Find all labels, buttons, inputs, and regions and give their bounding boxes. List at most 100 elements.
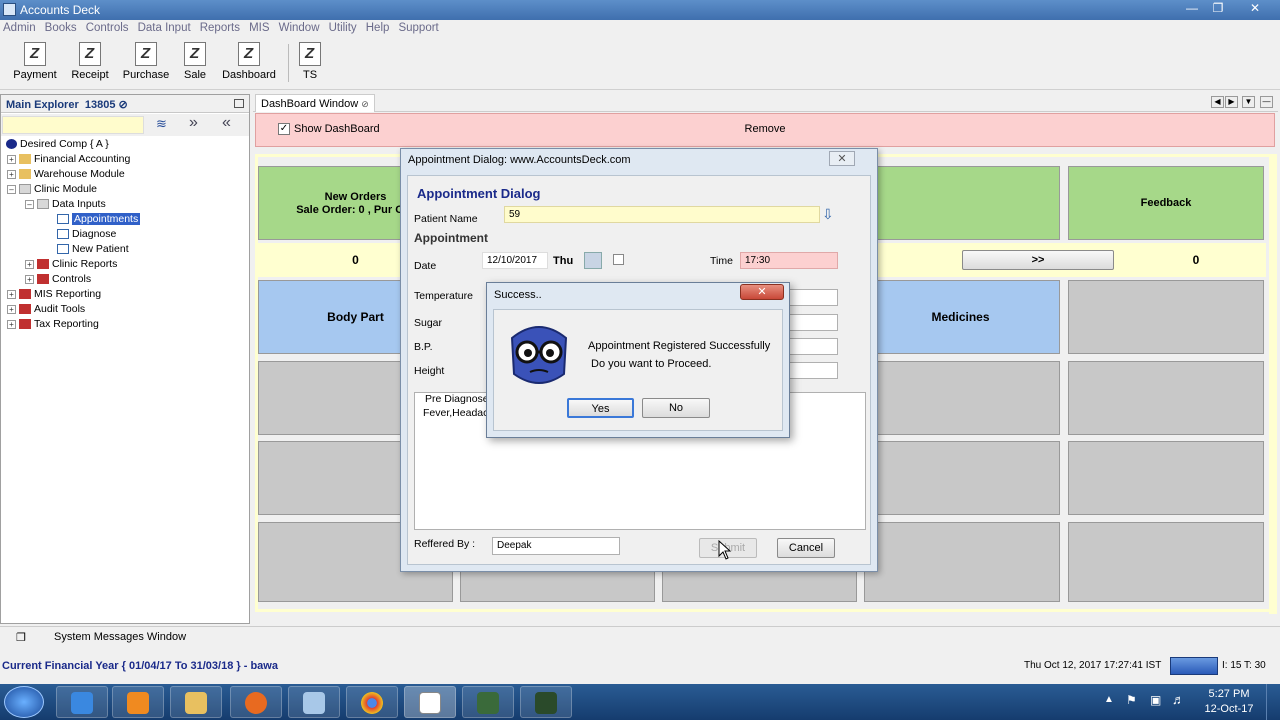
height-field[interactable]	[788, 362, 838, 379]
referred-by-field[interactable]: Deepak	[492, 537, 620, 555]
dashboard-tile-gray[interactable]	[1068, 361, 1264, 435]
tab-next-icon[interactable]: ▶	[1225, 96, 1238, 108]
menu-books[interactable]: Books	[42, 20, 80, 36]
temperature-field[interactable]	[788, 289, 838, 306]
tree-item-diagnose[interactable]: Diagnose	[57, 227, 116, 242]
tree-item-audit-tools[interactable]: + Audit Tools	[7, 302, 85, 317]
taskbar-accounts-deck[interactable]	[404, 686, 456, 718]
feedback-tile[interactable]: Feedback	[1068, 166, 1264, 240]
taskbar-ie[interactable]	[56, 686, 108, 718]
tab-minimize-icon[interactable]: —	[1260, 96, 1273, 108]
dashboard-tile-gray[interactable]	[864, 522, 1060, 602]
tree-item-financial-accounting[interactable]: + Financial Accounting	[7, 152, 130, 167]
yes-button[interactable]: Yes	[567, 398, 634, 418]
dashboard-tile-gray[interactable]	[861, 441, 1060, 515]
restore-button[interactable]: ❐	[1206, 1, 1230, 17]
collapse-icon[interactable]: –	[25, 199, 34, 209]
menu-mis[interactable]: MIS	[246, 20, 272, 36]
tab-list-icon[interactable]: ▼	[1242, 96, 1255, 108]
tab-dashboard-window[interactable]: DashBoard Window ⊘	[255, 94, 375, 112]
expand-icon[interactable]: +	[7, 304, 16, 314]
remove-button[interactable]: Remove	[256, 123, 1274, 135]
cancel-button[interactable]: Cancel	[777, 538, 835, 558]
tray-time[interactable]: 5:27 PM	[1200, 688, 1258, 700]
tree-item-tax-reporting[interactable]: + Tax Reporting	[7, 317, 99, 332]
collapse-all-icon[interactable]: «	[222, 114, 231, 132]
network-icon[interactable]: ▣	[1150, 693, 1161, 707]
taskbar-app-green[interactable]	[462, 686, 514, 718]
taskbar-firefox[interactable]	[230, 686, 282, 718]
expand-icon[interactable]: +	[7, 319, 16, 329]
dashboard-tile-gray[interactable]	[861, 361, 1060, 435]
tray-date[interactable]: 12-Oct-17	[1200, 703, 1258, 715]
menu-window[interactable]: Window	[276, 20, 323, 36]
patient-name-field[interactable]: 59	[504, 206, 820, 223]
menu-support[interactable]: Support	[395, 20, 441, 36]
expand-icon[interactable]: +	[7, 289, 16, 299]
dashboard-next-button[interactable]: >>	[962, 250, 1114, 270]
menu-help[interactable]: Help	[363, 20, 393, 36]
collapse-icon[interactable]: –	[7, 184, 16, 194]
purchase-button[interactable]: Purchase	[120, 42, 172, 81]
tray-expand-icon[interactable]: ▲	[1104, 694, 1114, 705]
ts-button[interactable]: TS	[296, 42, 324, 81]
menu-reports[interactable]: Reports	[197, 20, 243, 36]
date-field[interactable]: 12/10/2017	[482, 252, 548, 269]
expand-icon[interactable]: +	[7, 154, 16, 164]
dashboard-tile-gray[interactable]	[1068, 522, 1264, 602]
tab-prev-icon[interactable]: ◀	[1211, 96, 1224, 108]
success-close-button[interactable]: ✕	[740, 284, 784, 300]
taskbar-app-cube[interactable]	[288, 686, 340, 718]
calendar-icon[interactable]	[584, 252, 602, 269]
patient-search-icon[interactable]: ⇩	[822, 206, 834, 223]
receipt-button[interactable]: Receipt	[66, 42, 114, 81]
menu-utility[interactable]: Utility	[326, 20, 360, 36]
menu-data-input[interactable]: Data Input	[135, 20, 194, 36]
expand-all-icon[interactable]: »	[189, 114, 198, 132]
appointment-close-button[interactable]: ✕	[829, 151, 855, 166]
close-button[interactable]: ✕	[1240, 1, 1270, 17]
dashboard-tile-gray[interactable]	[1068, 280, 1264, 354]
menu-admin[interactable]: Admin	[0, 20, 39, 36]
minimize-button[interactable]: —	[1180, 1, 1204, 17]
show-desktop-button[interactable]	[1266, 684, 1280, 720]
dashboard-tile-gray[interactable]	[1068, 441, 1264, 515]
start-button[interactable]	[4, 686, 44, 718]
medicines-tile[interactable]: Medicines	[861, 280, 1060, 354]
sugar-field[interactable]	[788, 314, 838, 331]
filter-icon[interactable]: ≋	[156, 116, 167, 132]
tree-item-controls[interactable]: + Controls	[25, 272, 91, 287]
tree-item-clinic-module[interactable]: – Clinic Module	[7, 182, 97, 197]
tree-item-clinic-reports[interactable]: + Clinic Reports	[25, 257, 117, 272]
sale-button[interactable]: Sale	[178, 42, 212, 81]
time-field[interactable]: 17:30	[740, 252, 838, 269]
tree-item-appointments[interactable]: Appointments	[57, 212, 141, 227]
taskbar-chrome[interactable]	[346, 686, 398, 718]
dashboard-button[interactable]: Dashboard	[218, 42, 280, 81]
explorer-search-input[interactable]	[2, 116, 144, 134]
expand-icon[interactable]: +	[7, 169, 16, 179]
tree-item-company[interactable]: Desired Comp { A }	[6, 137, 109, 152]
tree-item-warehouse-module[interactable]: + Warehouse Module	[7, 167, 125, 182]
bp-field[interactable]	[788, 338, 838, 355]
action-center-icon[interactable]: ⚑	[1126, 693, 1137, 707]
tab-close-icon[interactable]: ⊘	[361, 99, 369, 109]
window-restore-icon[interactable]: ❐	[16, 631, 26, 644]
expand-icon[interactable]: +	[25, 259, 34, 269]
explorer-close-icon[interactable]: ⊘	[119, 99, 128, 111]
taskbar-media-player[interactable]	[112, 686, 164, 718]
taskbar-app-dark[interactable]	[520, 686, 572, 718]
explorer-minimize-icon[interactable]	[234, 99, 244, 108]
payment-button[interactable]: Payment	[10, 42, 60, 81]
dashboard-tile-green[interactable]	[861, 166, 1060, 240]
system-messages-label[interactable]: System Messages Window	[54, 631, 186, 643]
taskbar-explorer[interactable]	[170, 686, 222, 718]
tree-item-new-patient[interactable]: New Patient	[57, 242, 129, 257]
expand-icon[interactable]: +	[25, 274, 34, 284]
date-checkbox[interactable]	[613, 254, 624, 265]
volume-icon[interactable]: ♬	[1172, 692, 1185, 707]
no-button[interactable]: No	[642, 398, 710, 418]
tree-item-mis-reporting[interactable]: + MIS Reporting	[7, 287, 101, 302]
menu-controls[interactable]: Controls	[83, 20, 132, 36]
tree-item-data-inputs[interactable]: – Data Inputs	[25, 197, 106, 212]
